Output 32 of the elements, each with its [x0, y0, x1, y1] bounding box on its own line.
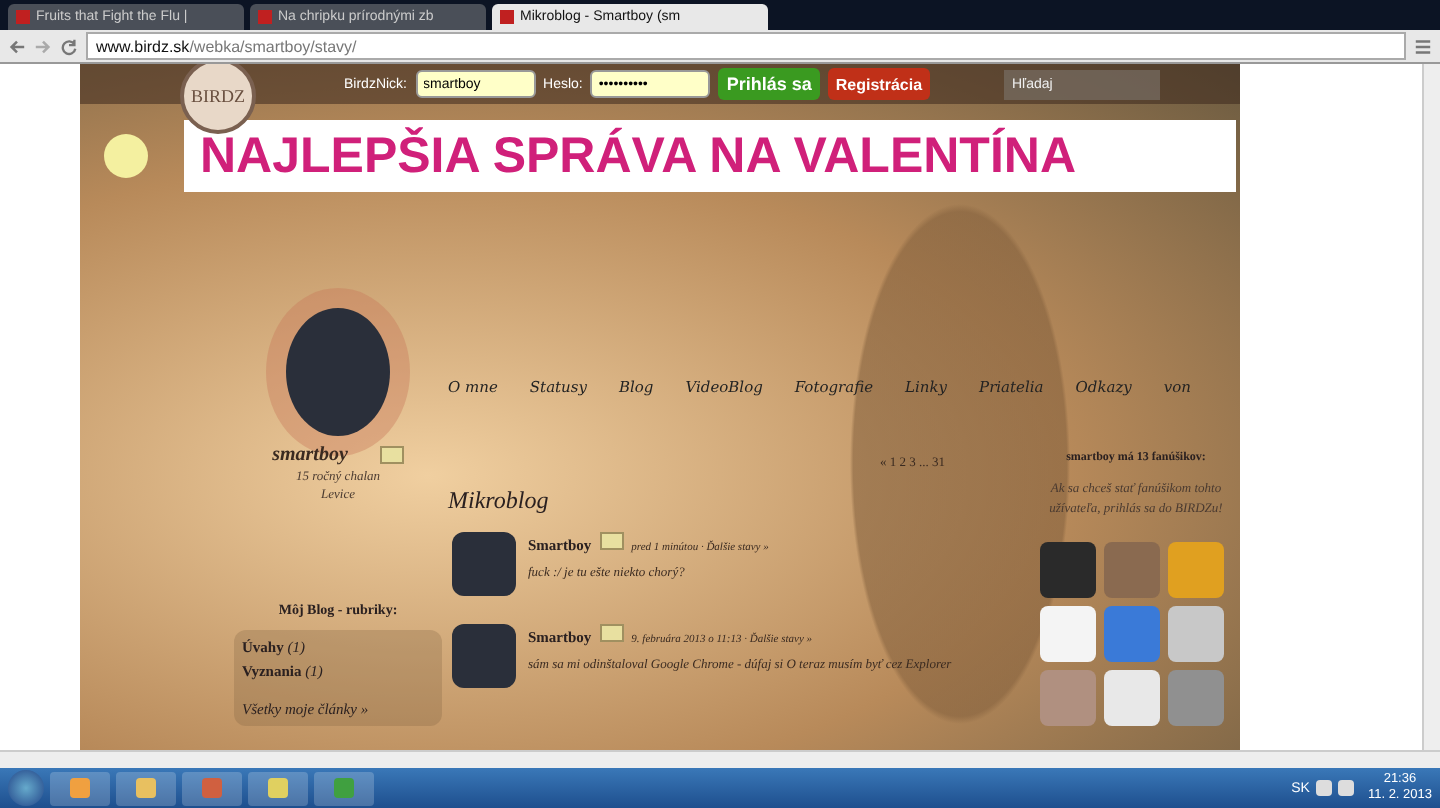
envelope-icon[interactable]: [599, 624, 624, 642]
section-title: Mikroblog: [448, 486, 551, 516]
app-icon[interactable]: [116, 771, 176, 805]
login-button[interactable]: Prihlás sa: [718, 68, 820, 100]
envelope-icon[interactable]: [379, 446, 404, 464]
site-logo[interactable]: BIRDZ: [180, 64, 256, 134]
address-field[interactable]: www.birdz.sk/webka/smartboy/stavy/: [86, 32, 1406, 60]
reload-icon[interactable]: [60, 37, 78, 55]
favicon-icon: [16, 10, 30, 24]
photo-placeholder[interactable]: [1168, 541, 1224, 598]
back-icon[interactable]: [8, 37, 26, 55]
avatar-placeholder: [452, 532, 516, 596]
photo-placeholder[interactable]: [1040, 541, 1096, 598]
app-icon[interactable]: [248, 771, 308, 805]
envelope-icon[interactable]: [599, 532, 624, 550]
menu-icon[interactable]: [1414, 37, 1432, 55]
photo-placeholder[interactable]: [1104, 669, 1160, 726]
profile-name[interactable]: smartboy: [272, 444, 348, 466]
photo-placeholder[interactable]: [1168, 605, 1224, 662]
favicon-icon: [258, 10, 272, 24]
register-button[interactable]: Registrácia: [827, 68, 931, 100]
forward-icon[interactable]: [34, 37, 52, 55]
photo-placeholder[interactable]: [1040, 605, 1096, 662]
avatar-placeholder: [452, 624, 516, 688]
app-icon[interactable]: [314, 771, 374, 805]
scrollbar[interactable]: [1422, 64, 1440, 750]
favicon-icon: [500, 10, 514, 24]
scrollbar[interactable]: [0, 750, 1440, 768]
avatar-placeholder: [286, 308, 390, 436]
app-icon[interactable]: [182, 771, 242, 805]
app-icon[interactable]: [50, 771, 110, 805]
start-icon[interactable]: [8, 770, 44, 806]
